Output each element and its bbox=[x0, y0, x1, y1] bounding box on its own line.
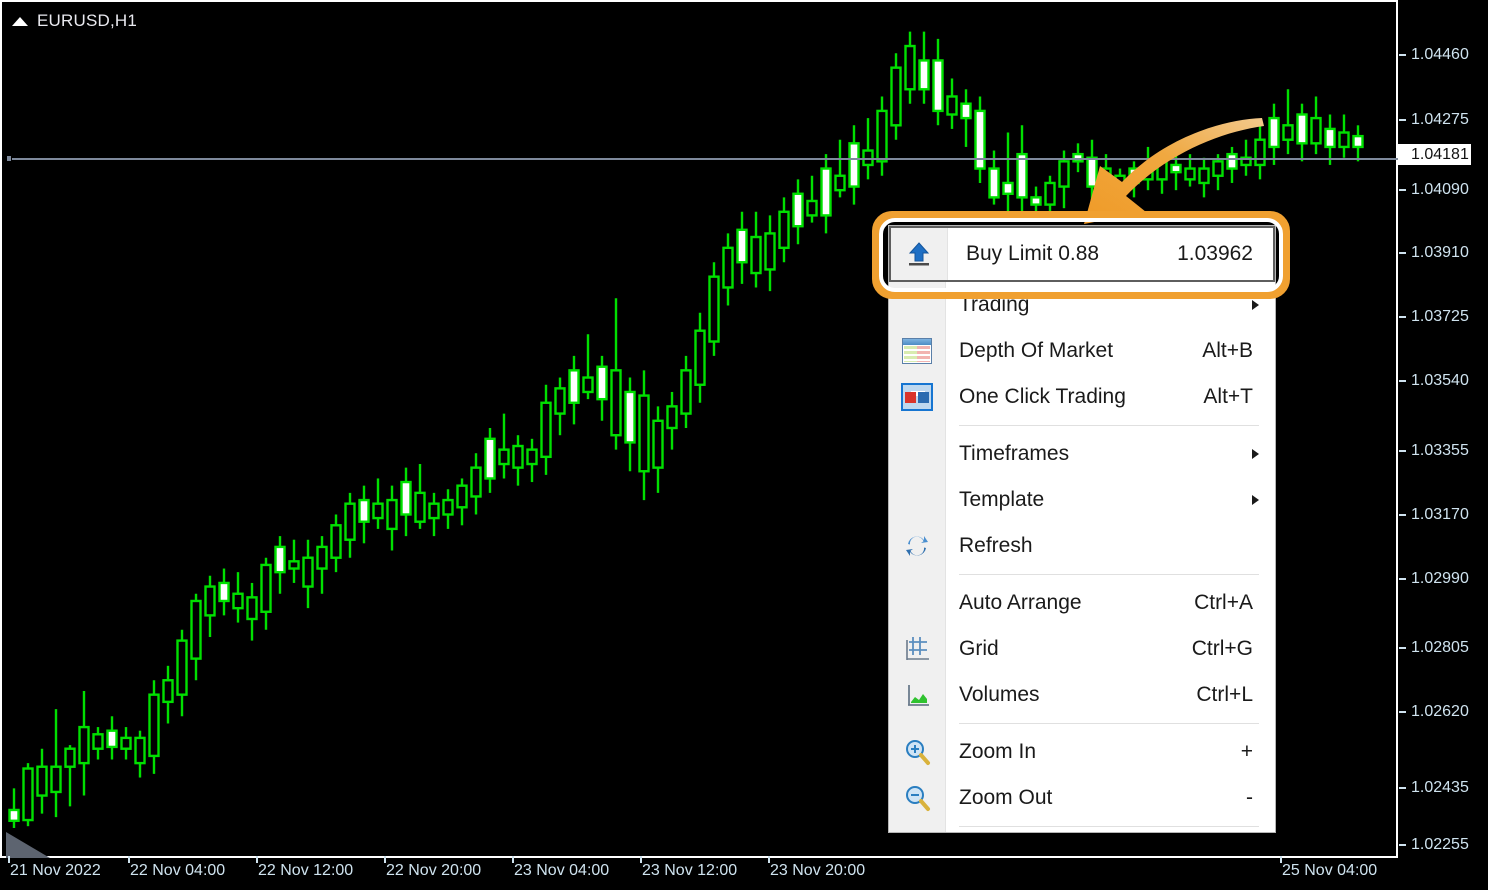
menu-item-label: Auto Arrange bbox=[959, 591, 1082, 614]
menu-item-refresh[interactable]: Refresh bbox=[889, 523, 1275, 569]
chart-symbol-label: EURUSD,H1 bbox=[37, 11, 138, 30]
menu-item-list: Trading Depth Of Market Alt+B One Click Tra… bbox=[889, 282, 1275, 827]
price-tick-label: 1.03540 bbox=[1398, 372, 1469, 390]
menu-item-shortcut: + bbox=[1240, 740, 1253, 763]
menu-item-timeframes[interactable]: Timeframes bbox=[889, 431, 1275, 477]
price-tick-label: 1.03355 bbox=[1398, 442, 1469, 460]
menu-separator bbox=[959, 826, 1259, 827]
price-tick-label: 1.03725 bbox=[1398, 308, 1469, 326]
price-tick-label: 1.02620 bbox=[1398, 703, 1469, 721]
menu-item-grid[interactable]: Grid Ctrl+G bbox=[889, 626, 1275, 672]
refresh-icon bbox=[889, 523, 945, 569]
menu-item-label: Volumes bbox=[959, 683, 1040, 706]
menu-separator bbox=[959, 723, 1259, 724]
menu-item-buy-limit-label: Buy Limit 0.88 bbox=[966, 242, 1100, 265]
menu-item-icon-empty bbox=[889, 282, 945, 328]
menu-item-one-click-trading[interactable]: One Click Trading Alt+T bbox=[889, 374, 1275, 420]
menu-item-shortcut: - bbox=[1246, 786, 1253, 809]
price-tick-label: 1.02255 bbox=[1398, 836, 1469, 854]
price-tick-label: 1.04460 bbox=[1398, 46, 1469, 64]
menu-item-shortcut: Alt+T bbox=[1203, 385, 1253, 408]
price-tick-label: 1.04275 bbox=[1398, 111, 1469, 129]
zoom-in-icon bbox=[889, 729, 945, 775]
grid-icon bbox=[889, 626, 945, 672]
volumes-icon bbox=[889, 672, 945, 718]
price-tick-label: 1.02435 bbox=[1398, 779, 1469, 797]
submenu-chevron-right-icon bbox=[1252, 449, 1259, 459]
chart-context-menu[interactable]: Buy Limit 0.88 1.03962 Trading Depth Of M… bbox=[888, 225, 1276, 833]
current-price-line-tick bbox=[7, 156, 11, 161]
menu-item-trading[interactable]: Trading bbox=[889, 282, 1275, 328]
price-tick-label: 1.03170 bbox=[1398, 506, 1469, 524]
menu-item-label: Depth Of Market bbox=[959, 339, 1114, 362]
time-axis[interactable]: 21 Nov 2022 22 Nov 04:00 22 Nov 12:00 22 No… bbox=[0, 856, 1488, 890]
price-tick-label: 1.02805 bbox=[1398, 639, 1469, 657]
menu-item-shortcut: Ctrl+L bbox=[1196, 683, 1253, 706]
menu-item-depth-of-market[interactable]: Depth Of Market Alt+B bbox=[889, 328, 1275, 374]
menu-item-shortcut: Ctrl+G bbox=[1191, 637, 1253, 660]
menu-item-icon-empty bbox=[889, 431, 945, 477]
chart-title-bar: EURUSD,H1 bbox=[12, 11, 137, 31]
menu-item-label: One Click Trading bbox=[959, 385, 1126, 408]
menu-item-shortcut: Ctrl+A bbox=[1194, 591, 1253, 614]
depth-of-market-icon bbox=[889, 328, 945, 374]
volume-wedge bbox=[6, 832, 50, 858]
menu-separator bbox=[959, 425, 1259, 426]
menu-item-template[interactable]: Template bbox=[889, 477, 1275, 523]
menu-item-zoom-in[interactable]: Zoom In + bbox=[889, 729, 1275, 775]
submenu-chevron-right-icon bbox=[1252, 495, 1259, 505]
price-tick-label: 1.04090 bbox=[1398, 181, 1469, 199]
current-price-line bbox=[12, 158, 1398, 160]
menu-item-icon-empty bbox=[889, 477, 945, 523]
price-axis[interactable]: 1.04460 1.04275 1.04090 1.03910 1.03725 1.035… bbox=[1398, 0, 1488, 890]
menu-item-buy-limit[interactable]: Buy Limit 0.88 1.03962 bbox=[889, 226, 1275, 282]
triangle-up-icon[interactable] bbox=[12, 16, 28, 26]
menu-item-shortcut: Alt+B bbox=[1202, 339, 1253, 362]
price-tick-label: 1.03910 bbox=[1398, 244, 1469, 262]
menu-item-icon-empty bbox=[889, 580, 945, 626]
menu-item-label: Grid bbox=[959, 637, 999, 660]
menu-item-zoom-out[interactable]: Zoom Out - bbox=[889, 775, 1275, 821]
menu-item-label: Refresh bbox=[959, 534, 1033, 557]
menu-item-label: Timeframes bbox=[959, 442, 1070, 465]
menu-item-volumes[interactable]: Volumes Ctrl+L bbox=[889, 672, 1275, 718]
zoom-out-icon bbox=[889, 775, 945, 821]
price-tick-label: 1.02990 bbox=[1398, 570, 1469, 588]
menu-item-label: Zoom In bbox=[959, 740, 1037, 763]
menu-item-auto-arrange[interactable]: Auto Arrange Ctrl+A bbox=[889, 580, 1275, 626]
menu-separator bbox=[959, 574, 1259, 575]
menu-item-label: Zoom Out bbox=[959, 786, 1053, 809]
current-price-label: 1.04181 bbox=[1398, 144, 1471, 165]
menu-item-label: Trading bbox=[959, 293, 1030, 316]
buy-limit-arrow-up-icon bbox=[891, 228, 948, 280]
metatrader-chart-window: EURUSD,H1 1.04460 1.04275 1.04090 1.03910 1.… bbox=[0, 0, 1488, 890]
submenu-chevron-right-icon bbox=[1252, 300, 1259, 310]
menu-item-buy-limit-price: 1.03962 bbox=[1177, 242, 1253, 265]
one-click-trading-icon bbox=[889, 374, 945, 420]
menu-item-label: Template bbox=[959, 488, 1045, 511]
